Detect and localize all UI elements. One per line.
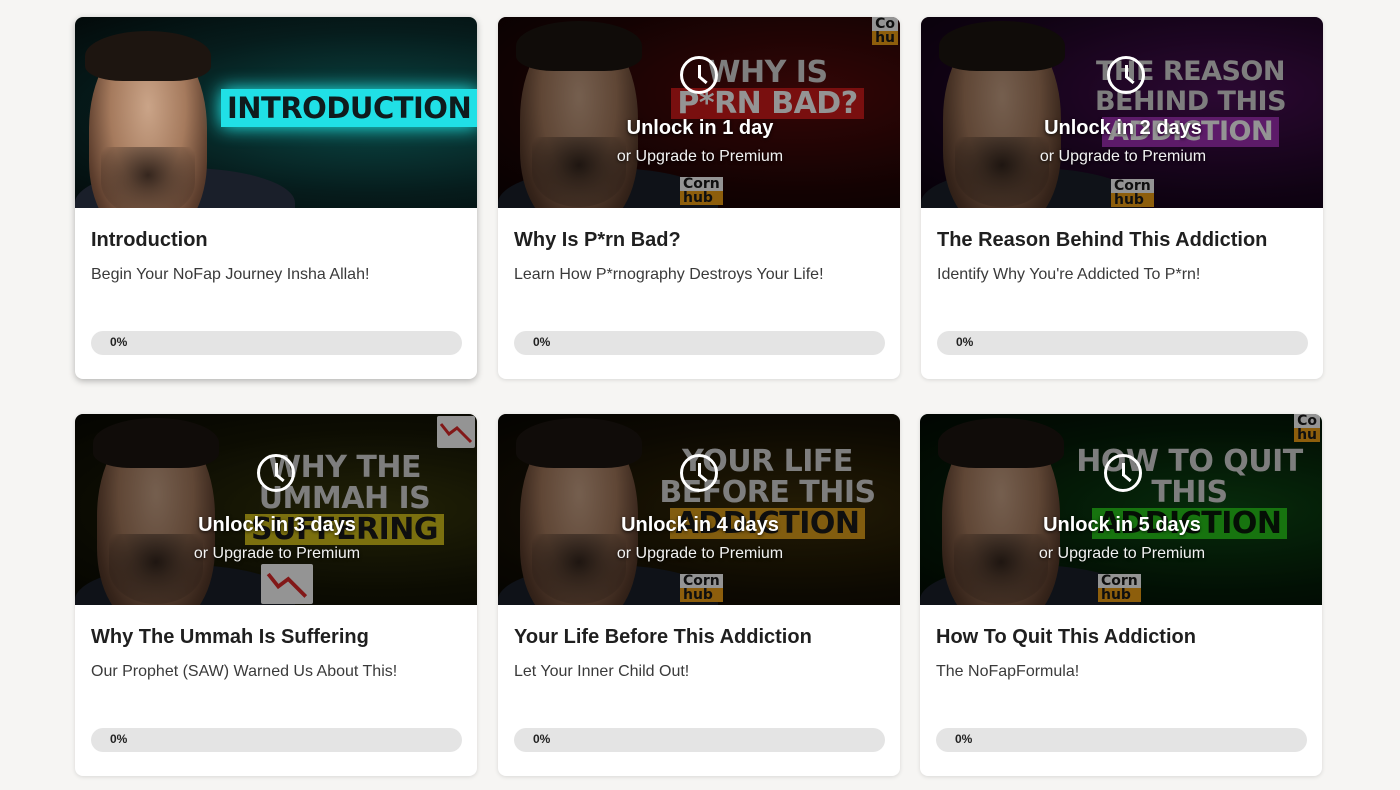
lesson-card-reason-behind-addiction[interactable]: THE REASON BEHIND THIS ADDICTION Corn hub… (921, 17, 1323, 379)
lesson-card-why-ummah-suffering[interactable]: WHY THE UMMAH IS SUFFERING Unlock in 3 d… (75, 414, 477, 776)
lesson-thumbnail[interactable]: HOW TO QUIT THIS ADDICTION Co hu Corn hub … (920, 414, 1322, 605)
lesson-card-your-life-before[interactable]: YOUR LIFE BEFORE THIS ADDICTION Corn hub … (498, 414, 900, 776)
unlock-countdown: Unlock in 3 days (198, 514, 356, 536)
lesson-progress-bar: 0% (936, 728, 1307, 752)
lesson-progress-bar: 0% (514, 728, 885, 752)
lesson-subtitle: Begin Your NoFap Journey Insha Allah! (91, 266, 370, 283)
lesson-progress-bar: 0% (514, 331, 885, 355)
lesson-progress-bar: 0% (937, 331, 1308, 355)
clock-icon (1104, 454, 1142, 492)
progress-label: 0% (533, 335, 551, 349)
progress-label: 0% (956, 335, 974, 349)
lock-info: Unlock in 1 day or Upgrade to Premium (500, 17, 900, 208)
upgrade-to-premium-link[interactable]: or Upgrade to Premium (500, 148, 900, 166)
lesson-progress-bar: 0% (91, 728, 462, 752)
lesson-thumbnail[interactable]: THE REASON BEHIND THIS ADDICTION Corn hub… (921, 17, 1323, 208)
progress-label: 0% (110, 732, 128, 746)
lesson-card-how-to-quit[interactable]: HOW TO QUIT THIS ADDICTION Co hu Corn hub … (920, 414, 1322, 776)
lesson-thumbnail[interactable]: INTRODUCTION (75, 17, 477, 208)
lesson-subtitle: Our Prophet (SAW) Warned Us About This! (91, 663, 398, 680)
lesson-title[interactable]: How To Quit This Addiction (936, 626, 1306, 649)
upgrade-to-premium-link[interactable]: or Upgrade to Premium (77, 545, 477, 563)
lock-info: Unlock in 2 days or Upgrade to Premium (923, 17, 1323, 208)
progress-label: 0% (955, 732, 973, 746)
lesson-subtitle: Let Your Inner Child Out! (514, 663, 690, 680)
lesson-thumbnail[interactable]: YOUR LIFE BEFORE THIS ADDICTION Corn hub … (498, 414, 900, 605)
clock-icon (680, 454, 718, 492)
lesson-title[interactable]: The Reason Behind This Addiction (937, 229, 1307, 252)
progress-label: 0% (110, 335, 128, 349)
thumbnail-hair (85, 31, 211, 81)
upgrade-to-premium-link[interactable]: or Upgrade to Premium (923, 148, 1323, 166)
unlock-countdown: Unlock in 4 days (621, 514, 779, 536)
clock-icon (680, 56, 718, 94)
lesson-title[interactable]: Your Life Before This Addiction (514, 626, 884, 649)
lock-info: Unlock in 4 days or Upgrade to Premium (500, 414, 900, 605)
lock-info: Unlock in 5 days or Upgrade to Premium (922, 414, 1322, 605)
lesson-progress-bar: 0% (91, 331, 462, 355)
upgrade-to-premium-link[interactable]: or Upgrade to Premium (922, 545, 1322, 563)
lock-info: Unlock in 3 days or Upgrade to Premium (77, 414, 477, 605)
lesson-title[interactable]: Why Is P*rn Bad? (514, 229, 884, 252)
lesson-subtitle: Learn How P*rnography Destroys Your Life… (514, 266, 824, 283)
unlock-countdown: Unlock in 1 day (626, 117, 774, 139)
lesson-card-why-is-prn-bad[interactable]: WHY IS P*RN BAD? Co hu Corn hub Unlock in … (498, 17, 900, 379)
clock-icon (1107, 56, 1145, 94)
unlock-countdown: Unlock in 5 days (1043, 514, 1201, 536)
clock-icon (257, 454, 295, 492)
lesson-subtitle: Identify Why You're Addicted To P*rn! (937, 266, 1201, 283)
lesson-subtitle: The NoFapFormula! (936, 663, 1080, 680)
lesson-title[interactable]: Why The Ummah Is Suffering (91, 626, 461, 649)
lesson-title[interactable]: Introduction (91, 229, 461, 252)
lesson-card-introduction[interactable]: INTRODUCTION Introduction Begin Your NoF… (75, 17, 477, 379)
lesson-thumbnail[interactable]: WHY IS P*RN BAD? Co hu Corn hub Unlock in … (498, 17, 900, 208)
thumbnail-title-banner: INTRODUCTION (221, 89, 477, 127)
progress-label: 0% (533, 732, 551, 746)
lesson-thumbnail[interactable]: WHY THE UMMAH IS SUFFERING Unlock in 3 d… (75, 414, 477, 605)
upgrade-to-premium-link[interactable]: or Upgrade to Premium (500, 545, 900, 563)
unlock-countdown: Unlock in 2 days (1044, 117, 1202, 139)
